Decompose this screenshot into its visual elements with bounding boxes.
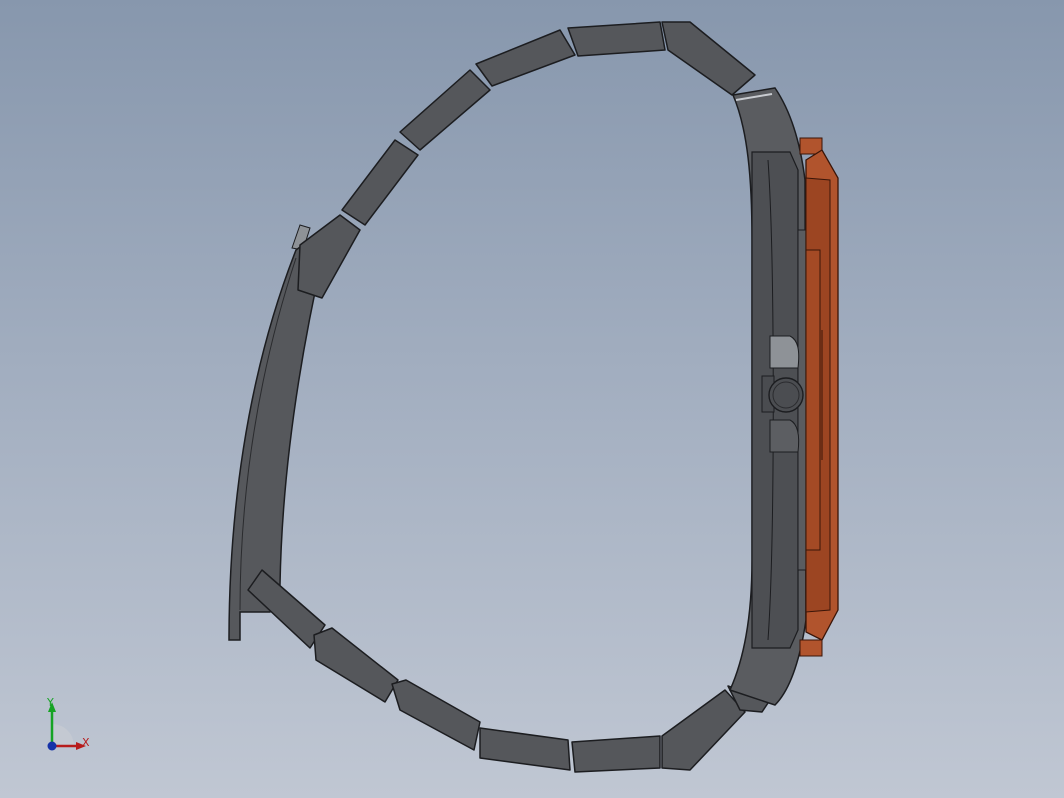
watch-model[interactable] (0, 0, 1064, 798)
bracelet-link[interactable] (567, 21, 666, 57)
bracelet-link[interactable] (571, 735, 661, 773)
bracelet-links[interactable] (247, 21, 771, 773)
bracelet-link[interactable] (661, 21, 756, 96)
bracelet-link[interactable] (391, 679, 481, 751)
bracelet-link[interactable] (313, 627, 399, 703)
graphics-viewport[interactable]: Y X (0, 0, 1064, 798)
y-axis-label: Y (47, 696, 54, 709)
coordinate-triad: Y X (38, 696, 102, 760)
bracelet-link[interactable] (661, 689, 746, 771)
bracelet-link[interactable] (475, 29, 576, 87)
x-axis-label: X (82, 736, 90, 749)
bezel[interactable] (799, 137, 839, 657)
bracelet-link[interactable] (399, 69, 491, 151)
bracelet-link[interactable] (341, 139, 419, 226)
bracelet-link[interactable] (479, 727, 571, 771)
